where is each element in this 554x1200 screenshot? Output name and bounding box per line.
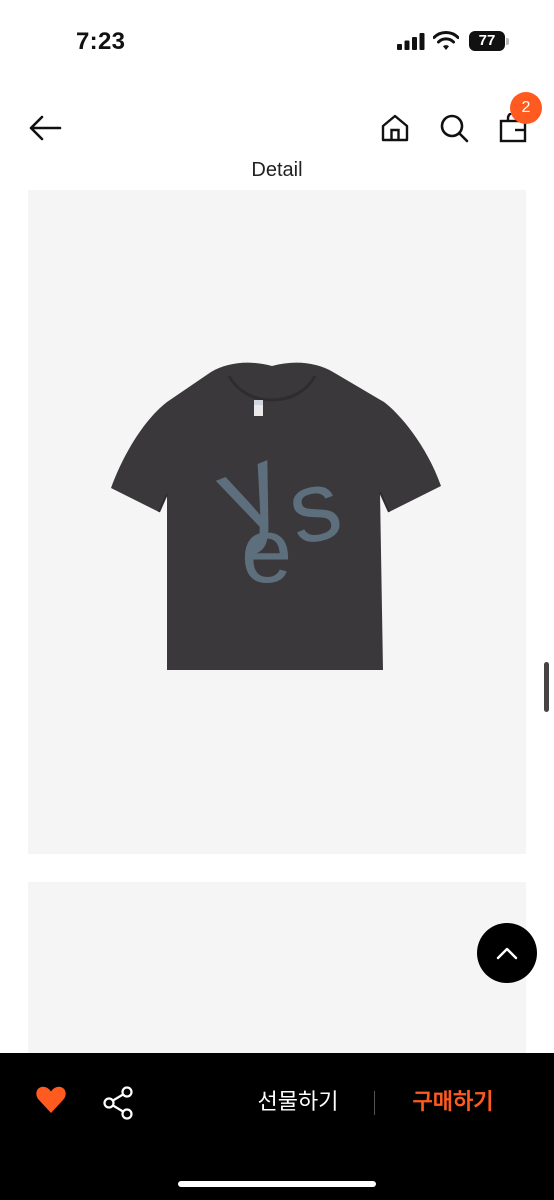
product-image: y s e — [28, 190, 526, 854]
section-title: Detail — [251, 159, 303, 180]
share-icon — [103, 1086, 133, 1120]
status-bar: 7:23 77 — [0, 0, 554, 84]
wishlist-button[interactable] — [36, 1086, 66, 1119]
cart-count-badge: 2 — [510, 92, 542, 124]
buy-button[interactable]: 구매하기 — [398, 1088, 508, 1116]
share-button[interactable] — [102, 1086, 134, 1125]
battery-cap — [506, 38, 509, 45]
battery-icon: 77 — [469, 31, 505, 51]
scroll-to-top-icon — [496, 947, 518, 960]
signal-icon — [397, 33, 425, 55]
bottom-action-bar: 선물하기 구매하기 — [0, 1053, 554, 1200]
gift-button[interactable]: 선물하기 — [242, 1088, 354, 1116]
home-button[interactable] — [377, 110, 413, 146]
battery-level: 77 — [478, 32, 496, 49]
heart-icon — [36, 1086, 66, 1113]
search-button[interactable] — [436, 110, 472, 146]
wifi-icon — [432, 31, 460, 56]
scroll-to-top-button[interactable] — [477, 923, 537, 983]
scrollbar[interactable] — [544, 662, 549, 712]
status-time: 7:23 — [76, 28, 126, 55]
home-icon — [381, 114, 409, 142]
back-button[interactable] — [27, 110, 63, 146]
print-text-e: e — [241, 500, 292, 602]
divider — [374, 1091, 375, 1115]
back-arrow-icon — [29, 115, 62, 141]
home-indicator — [178, 1181, 376, 1187]
product-image-secondary — [28, 882, 526, 1053]
search-icon — [440, 114, 469, 143]
top-navigation — [0, 94, 554, 158]
